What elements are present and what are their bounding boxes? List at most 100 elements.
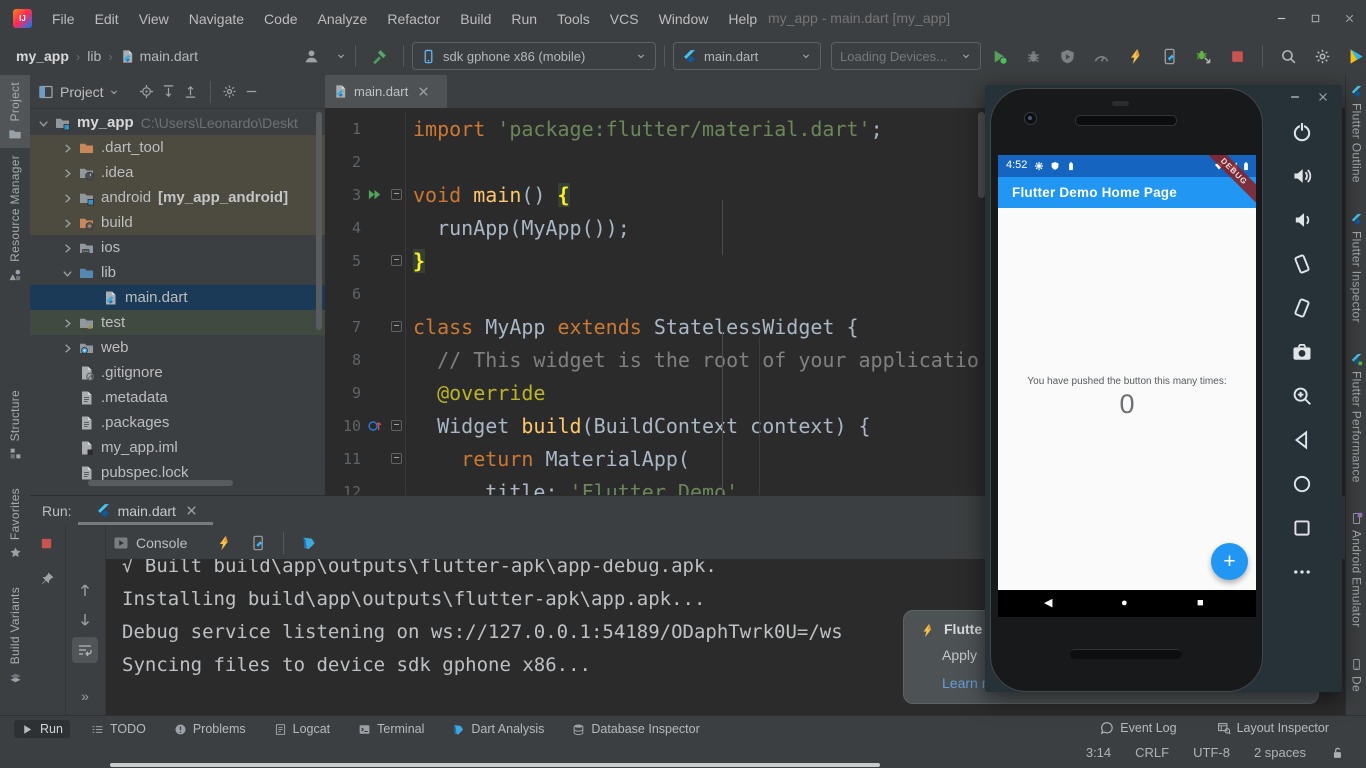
run-button[interactable] bbox=[987, 44, 1011, 68]
console-tab[interactable]: Console bbox=[113, 535, 187, 551]
lock-open-icon[interactable] bbox=[1330, 746, 1344, 760]
tree-item-build[interactable]: build bbox=[30, 210, 325, 235]
project-horizontal-scrollbar[interactable] bbox=[88, 480, 233, 486]
tree-chevron-icon[interactable] bbox=[60, 190, 78, 206]
stripe-tab-android-emulator[interactable]: Android Emulator bbox=[1346, 512, 1366, 628]
dart-logo-button[interactable] bbox=[297, 531, 321, 555]
tree-item-my_app.iml[interactable]: my_app.iml bbox=[30, 435, 325, 460]
search-everywhere-button[interactable] bbox=[1276, 44, 1300, 68]
emulator-home-button[interactable] bbox=[1291, 473, 1313, 495]
emulator-volume-up-button[interactable] bbox=[1291, 165, 1313, 187]
tree-item-dot-dart_tool[interactable]: .dart_tool bbox=[30, 135, 325, 160]
override-gutter-icon[interactable] bbox=[367, 418, 382, 433]
menu-analyze[interactable]: Analyze bbox=[308, 1, 378, 37]
build-hammer-icon[interactable] bbox=[371, 48, 388, 65]
attach-debugger-button[interactable] bbox=[1191, 44, 1215, 68]
minus-button[interactable] bbox=[241, 81, 263, 103]
settings-gear-button[interactable] bbox=[1310, 44, 1334, 68]
fold-handle[interactable] bbox=[387, 420, 405, 431]
tool-button-layout-inspector[interactable]: Layout Inspector bbox=[1210, 719, 1336, 737]
tree-item-android[interactable]: android[my_app_android] bbox=[30, 185, 325, 210]
tree-item-dot-metadata[interactable]: .metadata bbox=[30, 385, 325, 410]
stop-button[interactable] bbox=[1225, 44, 1249, 68]
device-selector[interactable]: sdk gphone x86 (mobile) bbox=[412, 42, 656, 70]
tool-button-run[interactable]: Run bbox=[14, 720, 70, 738]
menu-edit[interactable]: Edit bbox=[85, 1, 129, 37]
tree-chevron-icon[interactable] bbox=[60, 215, 78, 231]
stripe-tab-project[interactable]: Project bbox=[0, 75, 30, 148]
profile-button[interactable] bbox=[1055, 44, 1079, 68]
stop-icon[interactable] bbox=[39, 536, 54, 551]
flutter-hot-restart-button[interactable] bbox=[1157, 44, 1181, 68]
tree-item-dot-idea[interactable]: .idea bbox=[30, 160, 325, 185]
menu-tools[interactable]: Tools bbox=[547, 1, 600, 37]
menu-file[interactable]: File bbox=[42, 1, 85, 37]
debug-button[interactable] bbox=[1021, 44, 1045, 68]
arrow-up-button[interactable] bbox=[72, 577, 98, 603]
soft-wrap-button[interactable] bbox=[72, 637, 98, 663]
gutter-icon-slot[interactable] bbox=[361, 185, 387, 205]
breadcrumb-main.dart[interactable]: main.dart bbox=[140, 48, 198, 64]
project-vertical-scrollbar[interactable] bbox=[316, 112, 322, 330]
emulator-screenshot-camera-button[interactable] bbox=[1291, 341, 1313, 363]
close-tab-icon[interactable] bbox=[416, 84, 431, 99]
maximize-button[interactable] bbox=[1298, 0, 1332, 37]
breadcrumb-my_app[interactable]: my_app bbox=[16, 48, 69, 64]
tree-item-my_app[interactable]: my_appC:\Users\Leonardo\Deskt bbox=[30, 110, 325, 135]
tool-button-database-inspector[interactable]: Database Inspector bbox=[565, 720, 706, 738]
run-gutter-icon[interactable] bbox=[367, 187, 382, 202]
emulator-volume-down-button[interactable] bbox=[1291, 209, 1313, 231]
arrow-down-button[interactable] bbox=[72, 607, 98, 633]
emulator-close-icon[interactable] bbox=[1316, 90, 1330, 104]
menu-vcs[interactable]: VCS bbox=[600, 1, 649, 37]
tree-item-web[interactable]: web bbox=[30, 335, 325, 360]
tree-chevron-icon[interactable] bbox=[36, 115, 54, 131]
editor-scrollbar[interactable] bbox=[978, 112, 985, 198]
menu-code[interactable]: Code bbox=[254, 1, 307, 37]
emulator-rotate-right-button[interactable] bbox=[1291, 297, 1313, 319]
menu-window[interactable]: Window bbox=[649, 1, 719, 37]
target-button[interactable] bbox=[136, 81, 158, 103]
fold-handle[interactable] bbox=[387, 453, 405, 464]
stripe-tab-flutter-performance[interactable]: Flutter Performance bbox=[1346, 353, 1366, 483]
tool-button-todo[interactable]: TODO bbox=[84, 720, 153, 738]
tool-button-dart-analysis[interactable]: Dart Analysis bbox=[445, 720, 551, 738]
user-icon[interactable] bbox=[303, 48, 320, 65]
project-view-selector[interactable]: Project bbox=[60, 84, 104, 100]
editor-tab-main-dart[interactable]: main.dart bbox=[325, 75, 447, 108]
tree-item-dot-gitignore[interactable]: .gitignore bbox=[30, 360, 325, 385]
tool-button-event-log[interactable]: Event Log bbox=[1093, 719, 1183, 737]
gutter-icon-slot[interactable] bbox=[361, 416, 387, 436]
menu-navigate[interactable]: Navigate bbox=[179, 1, 254, 37]
tool-button-terminal[interactable]: Terminal bbox=[351, 720, 431, 738]
stripe-tab-favorites[interactable]: Favorites bbox=[0, 481, 30, 566]
menu-run[interactable]: Run bbox=[501, 1, 547, 37]
tree-chevron-icon[interactable] bbox=[60, 265, 78, 281]
expand-all-button[interactable] bbox=[158, 81, 180, 103]
status-item-CRLF[interactable]: CRLF bbox=[1135, 745, 1169, 760]
nav-back-button[interactable]: ◀ bbox=[1044, 590, 1052, 617]
performance-gauge-button[interactable] bbox=[1089, 44, 1113, 68]
stripe-tab-build-variants[interactable]: Build Variants bbox=[0, 580, 30, 690]
status-item-UTF-8[interactable]: UTF-8 bbox=[1193, 745, 1230, 760]
tree-chevron-icon[interactable] bbox=[60, 315, 78, 331]
tree-chevron-icon[interactable] bbox=[60, 240, 78, 256]
status-item-2-spaces[interactable]: 2 spaces bbox=[1254, 745, 1306, 760]
tree-item-dot-packages[interactable]: .packages bbox=[30, 410, 325, 435]
fold-handle[interactable] bbox=[387, 255, 405, 266]
close-button[interactable] bbox=[1332, 0, 1366, 37]
run-config-selector[interactable]: main.dart bbox=[673, 42, 821, 70]
close-tab-icon[interactable] bbox=[184, 503, 199, 518]
tree-chevron-icon[interactable] bbox=[60, 165, 78, 181]
nav-home-button[interactable]: ● bbox=[1121, 590, 1128, 617]
pin-icon[interactable] bbox=[39, 571, 55, 587]
jump-to-end-button[interactable]: » bbox=[72, 683, 98, 709]
increment-fab[interactable]: + bbox=[1211, 543, 1248, 580]
nav-overview-button[interactable]: ■ bbox=[1197, 590, 1204, 617]
menu-view[interactable]: View bbox=[129, 1, 179, 37]
device-loading-selector[interactable]: Loading Devices... bbox=[831, 42, 981, 70]
tree-item-main.dart[interactable]: main.dart bbox=[30, 285, 325, 310]
fold-handle[interactable] bbox=[387, 189, 405, 200]
stripe-tab-flutter-outline[interactable]: Flutter Outline bbox=[1346, 85, 1366, 183]
stripe-tab-structure[interactable]: Structure bbox=[0, 383, 30, 467]
